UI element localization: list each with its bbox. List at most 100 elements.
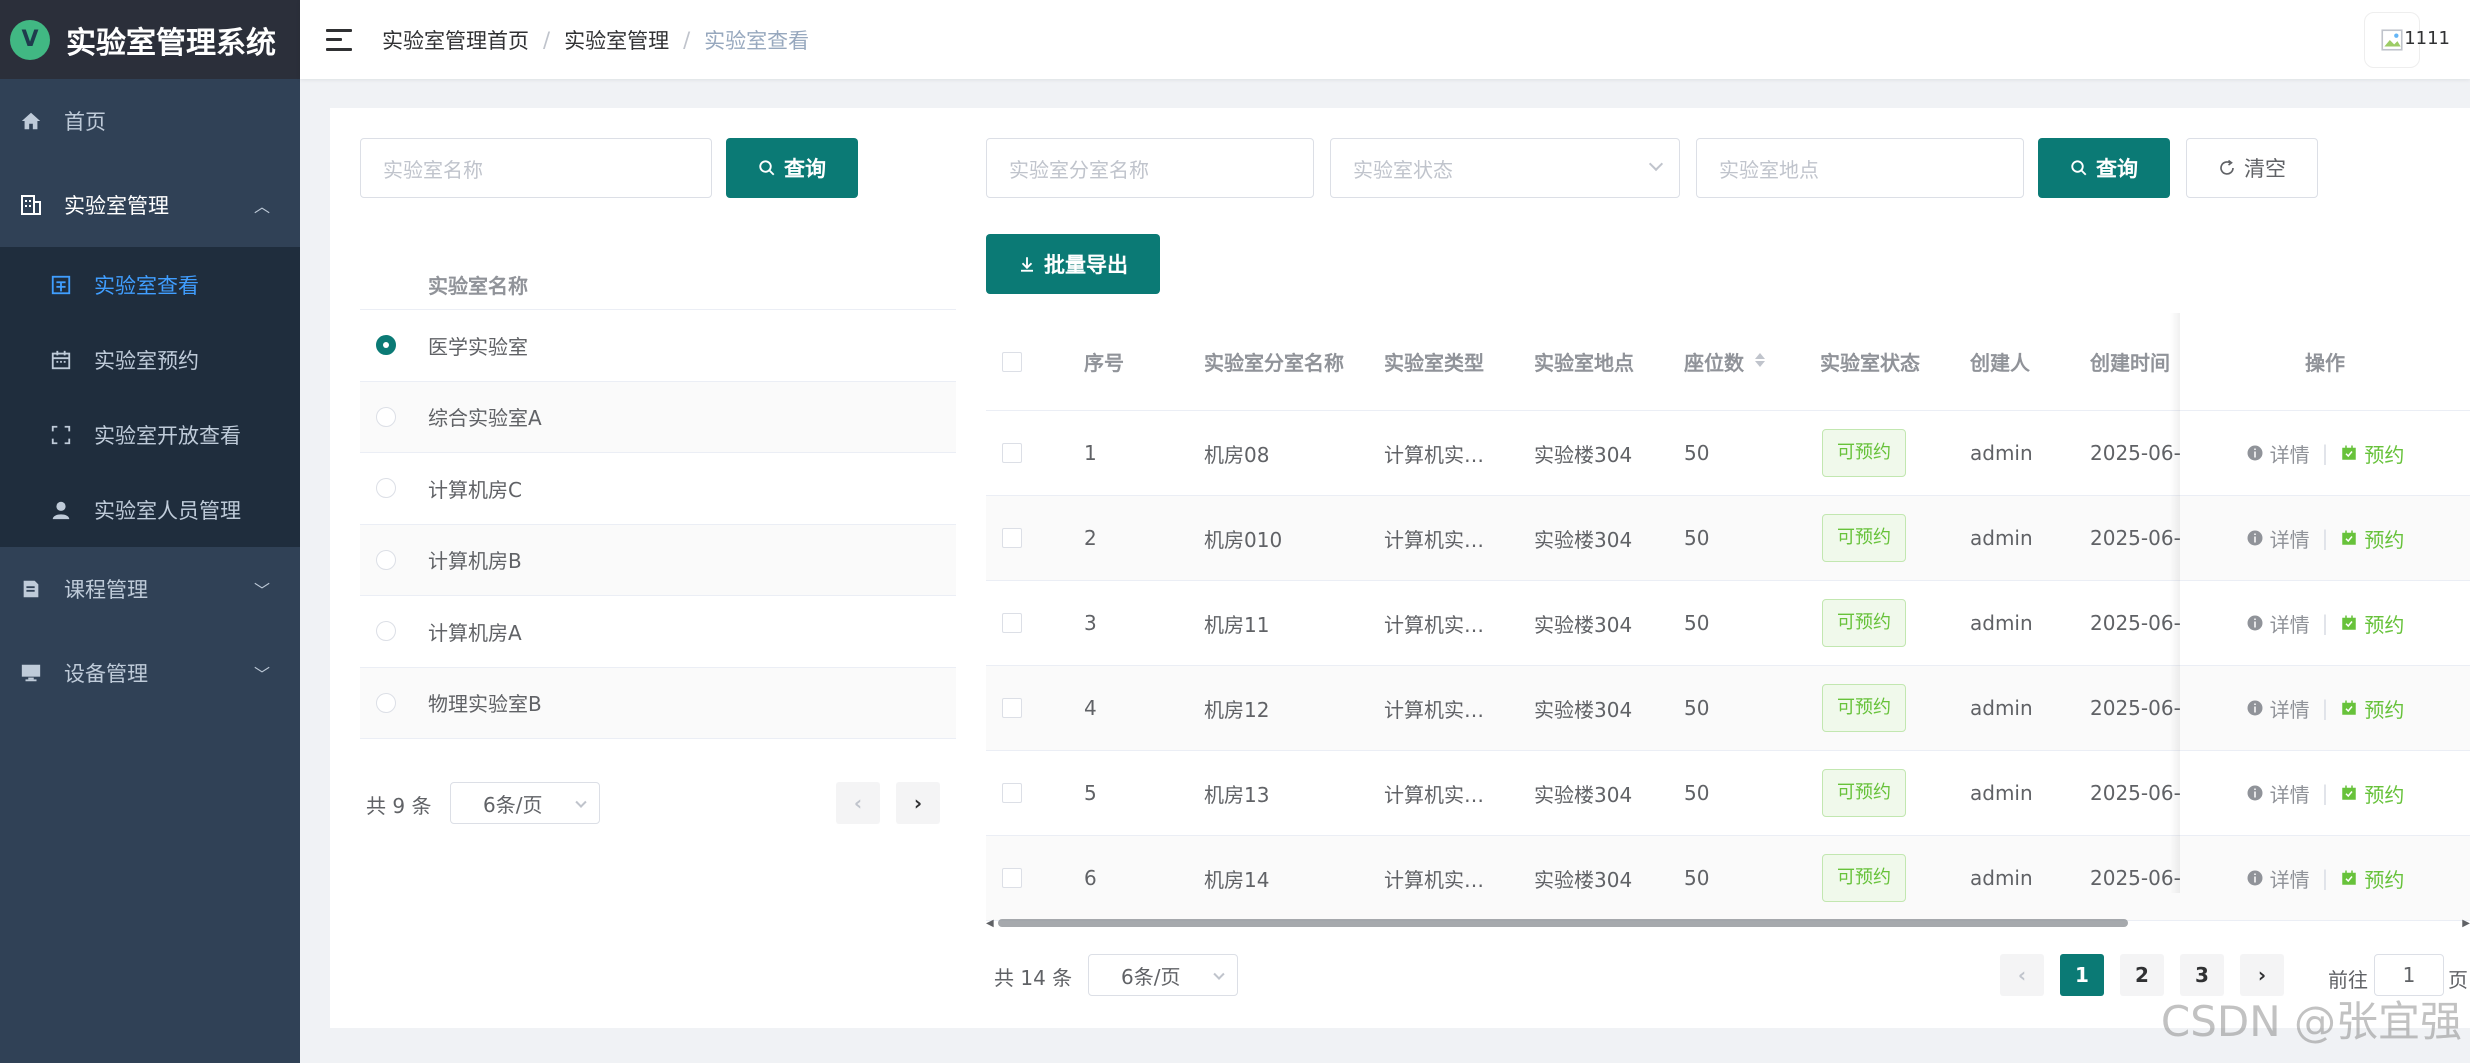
right-page-size-select[interactable]: 6条/页 (1088, 954, 1238, 996)
cell-name: 机房12 (1204, 697, 1270, 722)
row-actions: 详情 | 预约 (2180, 411, 2470, 496)
row-checkbox[interactable] (1002, 783, 1022, 803)
fixed-column-shadow (2170, 313, 2180, 893)
breadcrumb-current: 实验室查看 (704, 28, 810, 53)
cell-no: 2 (1084, 526, 1097, 550)
cell-type: 计算机实… (1384, 782, 1484, 807)
top-navbar: 实验室管理首页 / 实验室管理 / 实验室查看 1111 (300, 0, 2470, 79)
cell-type: 计算机实… (1384, 867, 1484, 892)
row-checkbox[interactable] (1002, 443, 1022, 463)
sidebar-item-home[interactable]: 首页 (0, 79, 300, 163)
sidebar-item-label: 设备管理 (64, 662, 148, 686)
batch-export-button[interactable]: 批量导出 (986, 234, 1160, 294)
cell-type: 计算机实… (1384, 612, 1484, 637)
left-pager-prev-button[interactable]: ‹ (836, 782, 880, 824)
action-separator: | (2321, 611, 2329, 635)
button-label: 查询 (2096, 157, 2138, 181)
scroll-left-arrow-icon[interactable]: ◀ (986, 918, 994, 929)
row-checkbox[interactable] (1002, 698, 1022, 718)
book-link[interactable]: 预约 (2340, 439, 2404, 468)
cell-location: 实验楼304 (1534, 442, 1633, 467)
lab-list-row[interactable]: 计算机房B (360, 524, 956, 596)
cell-no: 3 (1084, 611, 1097, 635)
radio-button[interactable] (376, 406, 396, 427)
left-pager-next-button[interactable]: › (896, 782, 940, 824)
scrollbar-thumb[interactable] (998, 919, 2128, 927)
user-name[interactable]: 1111 (2404, 28, 2450, 49)
sidebar-toggle-icon[interactable] (326, 28, 352, 51)
detail-link[interactable]: 详情 (2246, 524, 2310, 553)
action-separator: | (2321, 866, 2329, 890)
room-name-input[interactable]: 实验室分室名称 (986, 138, 1314, 198)
column-header-name: 实验室分室名称 (1204, 351, 1344, 375)
clear-button[interactable]: 清空 (2186, 138, 2318, 198)
scroll-right-arrow-icon[interactable]: ▶ (2462, 918, 2470, 929)
detail-link[interactable]: 详情 (2246, 864, 2310, 893)
detail-link[interactable]: 详情 (2246, 439, 2310, 468)
detail-link[interactable]: 详情 (2246, 779, 2310, 808)
row-checkbox[interactable] (1002, 613, 1022, 633)
breadcrumb-item[interactable]: 实验室管理 (564, 25, 669, 55)
breadcrumb-item[interactable]: 实验室管理首页 (382, 25, 529, 55)
page-button-2[interactable]: 2 (2120, 954, 2164, 996)
cell-creator: admin (1970, 441, 2033, 465)
action-label: 预约 (2364, 697, 2405, 722)
status-select[interactable]: 实验室状态 (1330, 138, 1680, 198)
right-pager-prev-button[interactable]: ‹ (2000, 954, 2044, 996)
radio-button[interactable] (376, 549, 396, 570)
app-title: 实验室管理系统 (66, 25, 276, 61)
detail-link[interactable]: 详情 (2246, 609, 2310, 638)
lab-list-row[interactable]: 物理实验室B (360, 667, 956, 739)
breadcrumb: 实验室管理首页 / 实验室管理 / 实验室查看 (382, 25, 809, 55)
page-button-1[interactable]: 1 (2060, 954, 2104, 996)
book-link[interactable]: 预约 (2340, 609, 2404, 638)
sidebar-item-course-management[interactable]: 课程管理 ﹀ (0, 547, 300, 631)
cell-name: 机房010 (1204, 527, 1283, 552)
room-search-button[interactable]: 查询 (2038, 138, 2170, 198)
column-header-actions: 操作 (2180, 313, 2470, 411)
cell-seats: 50 (1684, 781, 1710, 805)
book-link[interactable]: 预约 (2340, 524, 2404, 553)
sidebar-item-lab-booking[interactable]: 实验室预约 (0, 322, 300, 397)
radio-button[interactable] (376, 692, 396, 713)
status-badge: 可预约 (1822, 854, 1906, 902)
chevron-left-icon: ‹ (853, 791, 863, 815)
sidebar-item-lab-open-view[interactable]: 实验室开放查看 (0, 397, 300, 472)
left-page-size-select[interactable]: 6条/页 (450, 782, 600, 824)
lab-name-search-input[interactable]: 实验室名称 (360, 138, 712, 198)
location-input[interactable]: 实验室地点 (1696, 138, 2024, 198)
sidebar-item-label: 实验室预约 (94, 348, 199, 373)
radio-button[interactable] (376, 621, 396, 642)
select-all-checkbox[interactable] (1002, 351, 1022, 372)
lab-list-row[interactable]: 医学实验室 (360, 310, 956, 382)
book-link[interactable]: 预约 (2340, 779, 2404, 808)
sort-icon[interactable] (1754, 350, 1766, 374)
cell-seats: 50 (1684, 866, 1710, 890)
room-table: 序号 实验室分室名称 实验室类型 实验室地点 座位数 实验室状态 创建人 创建时… (986, 313, 2470, 933)
calendar-check-icon (2342, 785, 2357, 800)
table-horizontal-scrollbar[interactable]: ◀ ▶ (986, 916, 2470, 930)
status-badge: 可预约 (1822, 769, 1906, 817)
sidebar-item-lab-staff[interactable]: 实验室人员管理 (0, 472, 300, 547)
row-checkbox[interactable] (1002, 528, 1022, 548)
cell-creator: admin (1970, 866, 2033, 890)
sidebar-item-lab-management[interactable]: 实验室管理 ︿ (0, 163, 300, 247)
lab-list-row[interactable]: 综合实验室A (360, 381, 956, 453)
lab-search-button[interactable]: 查询 (726, 138, 858, 198)
app-logo[interactable]: V 实验室管理系统 (0, 0, 300, 79)
lab-list-row[interactable]: 计算机房A (360, 596, 956, 668)
lab-name: 物理实验室B (428, 692, 542, 717)
right-pager-total: 共 14 条 (994, 966, 1073, 990)
column-header-seats[interactable]: 座位数 (1684, 347, 1766, 376)
cell-type: 计算机实… (1384, 527, 1484, 552)
lab-list-row[interactable]: 计算机房C (360, 453, 956, 525)
book-link[interactable]: 预约 (2340, 694, 2404, 723)
sidebar-item-device-management[interactable]: 设备管理 ﹀ (0, 631, 300, 715)
radio-button[interactable] (376, 478, 396, 499)
sidebar-item-lab-view[interactable]: 实验室查看 (0, 247, 300, 322)
detail-link[interactable]: 详情 (2246, 694, 2310, 723)
column-header-type: 实验室类型 (1384, 351, 1484, 375)
row-checkbox[interactable] (1002, 868, 1022, 888)
radio-button[interactable] (376, 335, 396, 356)
book-link[interactable]: 预约 (2340, 864, 2404, 893)
